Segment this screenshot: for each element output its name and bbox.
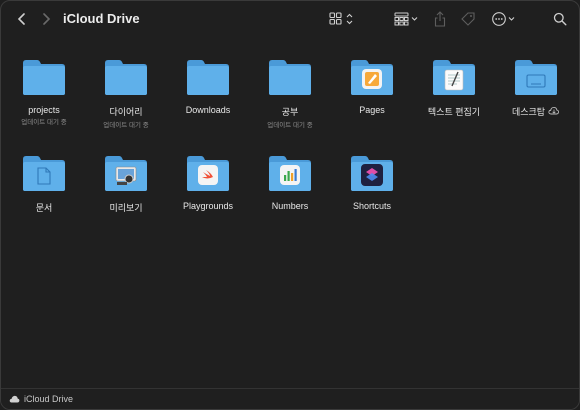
folder-label: Downloads bbox=[186, 105, 231, 115]
folder-label: Shortcuts bbox=[353, 201, 391, 211]
folder-name: Numbers bbox=[271, 201, 309, 211]
folder-label: 데스크탑 bbox=[512, 105, 560, 118]
action-button[interactable] bbox=[491, 9, 519, 29]
folder-icon bbox=[349, 57, 395, 97]
folder-status: 업데이트 대기 중 bbox=[103, 122, 149, 129]
folder-item-numbers[interactable]: Numbers bbox=[249, 153, 331, 211]
folder-name: Playgrounds bbox=[182, 201, 234, 211]
folder-item-preview[interactable]: 미리보기 bbox=[85, 153, 167, 214]
folder-label: 문서 bbox=[36, 201, 53, 214]
folder-item-shortcuts[interactable]: Shortcuts bbox=[331, 153, 413, 211]
folder-status: 업데이트 대기 중 bbox=[21, 119, 67, 126]
folder-item-textedit[interactable]: 텍스트 편집기 bbox=[413, 57, 495, 118]
more-icon bbox=[492, 12, 515, 26]
folder-label: 공부 bbox=[282, 105, 299, 118]
folder-name: Downloads bbox=[185, 105, 231, 115]
folder-icon bbox=[103, 153, 149, 193]
folder-label: 텍스트 편집기 bbox=[428, 105, 480, 118]
folder-label: Numbers bbox=[272, 201, 309, 211]
share-button[interactable] bbox=[434, 9, 446, 29]
folder-icon bbox=[103, 57, 149, 97]
folder-icon bbox=[21, 153, 67, 193]
textedit-app-icon bbox=[444, 69, 464, 91]
folder-icon bbox=[349, 153, 395, 193]
folder-label: 미리보기 bbox=[109, 201, 142, 214]
folder-name: Pages bbox=[359, 105, 385, 115]
view-mode-button[interactable] bbox=[329, 9, 357, 29]
folder-item-downloads[interactable]: Downloads bbox=[167, 57, 249, 115]
chevron-right-icon bbox=[43, 13, 51, 25]
folder-name: 공부 bbox=[281, 107, 299, 117]
window-title: iCloud Drive bbox=[63, 11, 140, 26]
folder-label: projects bbox=[28, 105, 60, 115]
status-bar-label: iCloud Drive bbox=[24, 394, 74, 404]
folder-icon bbox=[513, 57, 559, 97]
folder-name: projects bbox=[28, 105, 60, 115]
folder-label: Playgrounds bbox=[183, 201, 233, 211]
folder-icon bbox=[21, 57, 67, 97]
folder-item-desktop[interactable]: 데스크탑 bbox=[495, 57, 577, 118]
folder-name: 데스크탑 bbox=[511, 107, 546, 117]
search-icon bbox=[553, 12, 567, 26]
group-button[interactable] bbox=[394, 9, 420, 29]
cloud-icon bbox=[9, 395, 20, 403]
back-button[interactable] bbox=[13, 10, 31, 28]
folder-icon bbox=[267, 57, 313, 97]
folder-item-pages[interactable]: Pages bbox=[331, 57, 413, 115]
folder-label: Pages bbox=[359, 105, 385, 115]
folder-icon bbox=[185, 57, 231, 97]
folder-name: 문서 bbox=[35, 203, 53, 213]
tag-button[interactable] bbox=[460, 9, 476, 29]
folder-name: Shortcuts bbox=[352, 201, 392, 211]
folder-icon bbox=[185, 153, 231, 193]
grid-view-icon bbox=[329, 12, 353, 25]
swift-playgrounds-icon bbox=[198, 165, 218, 185]
folder-item-projects[interactable]: projects 업데이트 대기 중 bbox=[3, 57, 85, 126]
search-button[interactable] bbox=[553, 9, 567, 29]
desktop-icon bbox=[526, 74, 546, 88]
folder-item-study[interactable]: 공부업데이트 대기 중 bbox=[249, 57, 331, 129]
toolbar: iCloud Drive bbox=[1, 1, 579, 37]
folder-icon bbox=[267, 153, 313, 193]
share-icon bbox=[434, 11, 446, 27]
folder-item-playgrounds[interactable]: Playgrounds bbox=[167, 153, 249, 211]
folder-item-documents[interactable]: 문서 bbox=[3, 153, 85, 214]
chevron-left-icon bbox=[17, 13, 25, 25]
pages-app-icon bbox=[362, 69, 382, 89]
folder-icon bbox=[431, 57, 477, 97]
numbers-app-icon bbox=[280, 165, 300, 185]
icloud-download-icon bbox=[548, 106, 560, 117]
folder-label: 다이어리 bbox=[109, 105, 142, 118]
group-icon bbox=[394, 12, 418, 26]
preview-app-icon bbox=[115, 166, 137, 185]
status-bar: iCloud Drive bbox=[1, 388, 579, 409]
folder-name: 미리보기 bbox=[109, 203, 143, 213]
document-icon bbox=[37, 167, 51, 185]
shortcuts-app-icon bbox=[361, 164, 383, 186]
folder-status: 업데이트 대기 중 bbox=[267, 122, 313, 129]
folder-name: 다이어리 bbox=[109, 107, 143, 117]
finder-window: iCloud Drive projects 업데이트 대기 중 다이어리 업데이… bbox=[0, 0, 580, 410]
forward-button[interactable] bbox=[37, 10, 55, 28]
folder-item-diary[interactable]: 다이어리업데이트 대기 중 bbox=[85, 57, 167, 129]
tag-icon bbox=[461, 12, 475, 26]
folder-name: 텍스트 편집기 bbox=[427, 107, 481, 117]
